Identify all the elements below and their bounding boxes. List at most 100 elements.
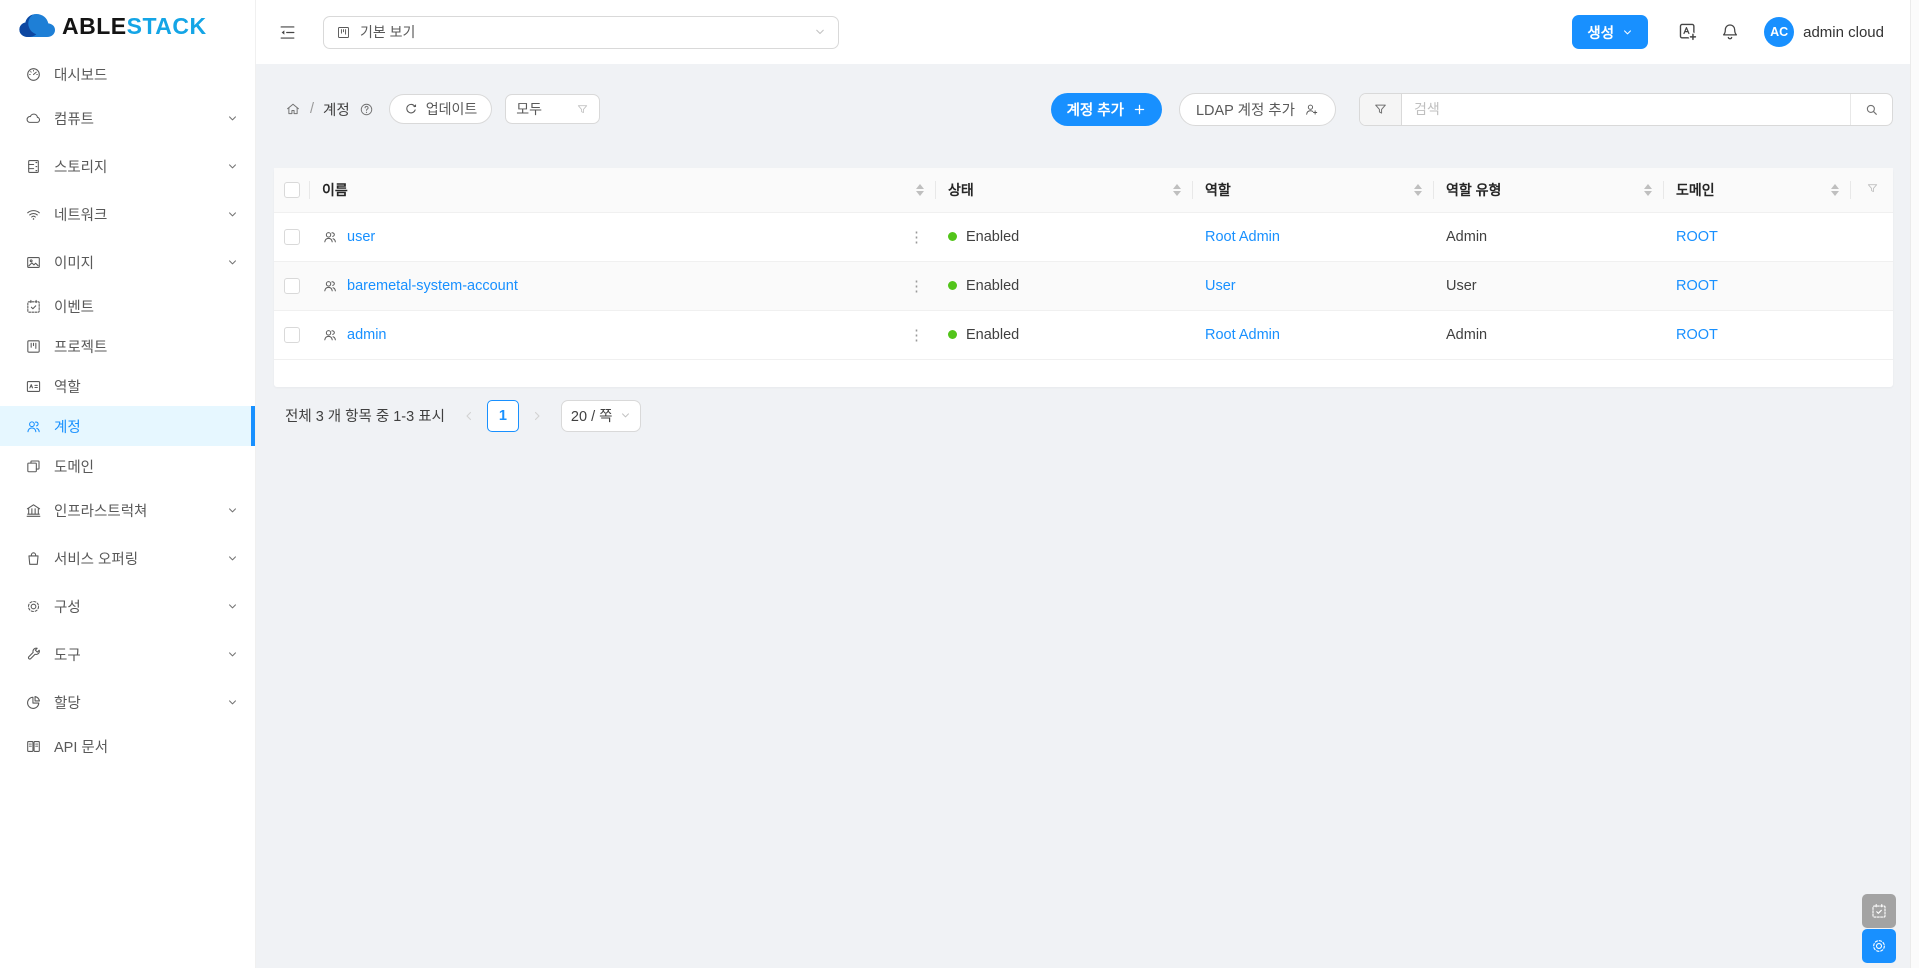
page-size-select[interactable]: 20 / 쪽 xyxy=(561,400,642,432)
sidebar-item-label: 구성 xyxy=(54,596,81,617)
menu-fold-icon[interactable] xyxy=(278,23,297,42)
question-circle-icon[interactable] xyxy=(359,102,374,117)
sidebar-item-13[interactable]: 도구 xyxy=(0,630,255,678)
sidebar-item-5[interactable]: 이벤트 xyxy=(0,286,255,326)
select-all-checkbox[interactable] xyxy=(284,182,300,198)
sidebar-item-7[interactable]: 역할 xyxy=(0,366,255,406)
status-dot xyxy=(948,232,957,241)
chevron-down-icon xyxy=(227,257,238,268)
ellipsis-v-icon[interactable]: ⋮ xyxy=(909,277,924,295)
row-checkbox[interactable] xyxy=(284,278,300,294)
view-mode-value: 기본 보기 xyxy=(360,22,415,42)
bell-icon[interactable] xyxy=(1720,21,1740,43)
sidebar-item-1[interactable]: 컴퓨트 xyxy=(0,94,255,142)
event-log-button[interactable] xyxy=(1862,894,1896,928)
cloud-logo-icon xyxy=(18,13,56,39)
column-header-3[interactable]: 역할 유형 xyxy=(1434,168,1664,212)
account-icon xyxy=(322,278,338,294)
sidebar-item-12[interactable]: 구성 xyxy=(0,582,255,630)
search-input[interactable] xyxy=(1402,94,1850,125)
chevron-down-icon xyxy=(227,113,238,124)
main-content: / 계정 업데이트 모두 계정 추가 LDAP 계정 추가 xyxy=(256,64,1910,968)
select-all-checkbox-cell xyxy=(274,168,310,212)
status-dot xyxy=(948,281,957,290)
sidebar-item-9[interactable]: 도메인 xyxy=(0,446,255,486)
domain-link[interactable]: ROOT xyxy=(1676,229,1718,245)
chevron-down-icon xyxy=(1622,27,1633,38)
sidebar-item-0[interactable]: 대시보드 xyxy=(0,54,255,94)
username[interactable]: admin cloud xyxy=(1803,24,1884,41)
sidebar-item-label: 도구 xyxy=(54,644,81,665)
ellipsis-v-icon[interactable]: ⋮ xyxy=(909,326,924,344)
tools-icon xyxy=(25,646,42,663)
a-plus-icon[interactable] xyxy=(1677,21,1699,43)
scrollbar[interactable] xyxy=(1910,0,1919,968)
sidebar-item-label: 이벤트 xyxy=(54,296,94,317)
search-submit-addon[interactable] xyxy=(1850,94,1892,125)
role-link[interactable]: Root Admin xyxy=(1205,229,1280,245)
table-footer-space xyxy=(274,360,1893,387)
filter-icon xyxy=(1373,102,1388,117)
chevron-down-icon xyxy=(227,601,238,612)
avatar[interactable]: AC xyxy=(1764,17,1794,47)
role-type-text: Admin xyxy=(1446,229,1487,245)
row-checkbox[interactable] xyxy=(284,229,300,245)
sidebar-item-3[interactable]: 네트워크 xyxy=(0,190,255,238)
role-type-text: User xyxy=(1446,278,1477,294)
column-settings-cell[interactable] xyxy=(1851,168,1893,212)
sort-caret-icon xyxy=(916,184,924,196)
chevron-down-icon xyxy=(227,697,238,708)
account-name-link[interactable]: admin xyxy=(347,327,387,343)
reload-icon xyxy=(404,102,418,116)
domain-link[interactable]: ROOT xyxy=(1676,327,1718,343)
chevron-right-icon[interactable] xyxy=(531,410,543,422)
column-header-0[interactable]: 이름 xyxy=(310,168,936,212)
column-header-4[interactable]: 도메인 xyxy=(1664,168,1851,212)
sidebar-item-14[interactable]: 할당 xyxy=(0,678,255,726)
role-link[interactable]: Root Admin xyxy=(1205,327,1280,343)
page-number-button[interactable]: 1 xyxy=(487,400,519,432)
home-icon[interactable] xyxy=(285,101,301,117)
sidebar-item-6[interactable]: 프로젝트 xyxy=(0,326,255,366)
sidebar-item-10[interactable]: 인프라스트럭쳐 xyxy=(0,486,255,534)
brand-logo[interactable]: ABLESTACK xyxy=(0,0,255,52)
account-name-link[interactable]: user xyxy=(347,229,375,245)
chevron-down-icon xyxy=(814,26,826,38)
view-mode-select[interactable]: 기본 보기 xyxy=(323,16,839,49)
account-name-link[interactable]: baremetal-system-account xyxy=(347,278,518,294)
sidebar-item-2[interactable]: 스토리지 xyxy=(0,142,255,190)
status-text: Enabled xyxy=(966,229,1019,245)
chevron-down-icon xyxy=(227,161,238,172)
ellipsis-v-icon[interactable]: ⋮ xyxy=(909,228,924,246)
plus-icon xyxy=(1133,103,1146,116)
floating-buttons xyxy=(1862,894,1896,963)
filter-all-select[interactable]: 모두 xyxy=(505,94,600,124)
sidebar-item-15[interactable]: API 문서 xyxy=(0,726,255,766)
status-text: Enabled xyxy=(966,278,1019,294)
domain-icon xyxy=(25,458,42,475)
column-header-1[interactable]: 상태 xyxy=(936,168,1193,212)
settings-fab-button[interactable] xyxy=(1862,929,1896,963)
search-filter-addon[interactable] xyxy=(1360,94,1402,125)
sidebar-item-label: 네트워크 xyxy=(54,204,107,225)
search-bar xyxy=(1359,93,1893,126)
ldap-add-account-button[interactable]: LDAP 계정 추가 xyxy=(1179,93,1336,126)
domain-link[interactable]: ROOT xyxy=(1676,278,1718,294)
column-header-2[interactable]: 역할 xyxy=(1193,168,1434,212)
role-link[interactable]: User xyxy=(1205,278,1236,294)
sidebar: ABLESTACK 대시보드컴퓨트스토리지네트워크이미지이벤트프로젝트역할계정도… xyxy=(0,0,256,968)
accounts-table-card: 이름상태역할역할 유형도메인 user ⋮ Enabled Root Admin Adm… xyxy=(274,168,1893,387)
filter-all-value: 모두 xyxy=(516,99,542,119)
sidebar-item-4[interactable]: 이미지 xyxy=(0,238,255,286)
update-button[interactable]: 업데이트 xyxy=(389,94,493,124)
pagination: 전체 3 개 항목 중 1-3 표시 1 20 / 쪽 xyxy=(285,400,1893,432)
sidebar-item-8[interactable]: 계정 xyxy=(0,406,255,446)
row-checkbox[interactable] xyxy=(284,327,300,343)
create-button[interactable]: 생성 xyxy=(1572,15,1648,49)
sidebar-item-label: 이미지 xyxy=(54,252,94,273)
sidebar-item-label: 역할 xyxy=(54,376,81,397)
storage-icon xyxy=(25,158,42,175)
chevron-left-icon[interactable] xyxy=(463,410,475,422)
add-account-button[interactable]: 계정 추가 xyxy=(1051,93,1162,126)
sidebar-item-11[interactable]: 서비스 오퍼링 xyxy=(0,534,255,582)
